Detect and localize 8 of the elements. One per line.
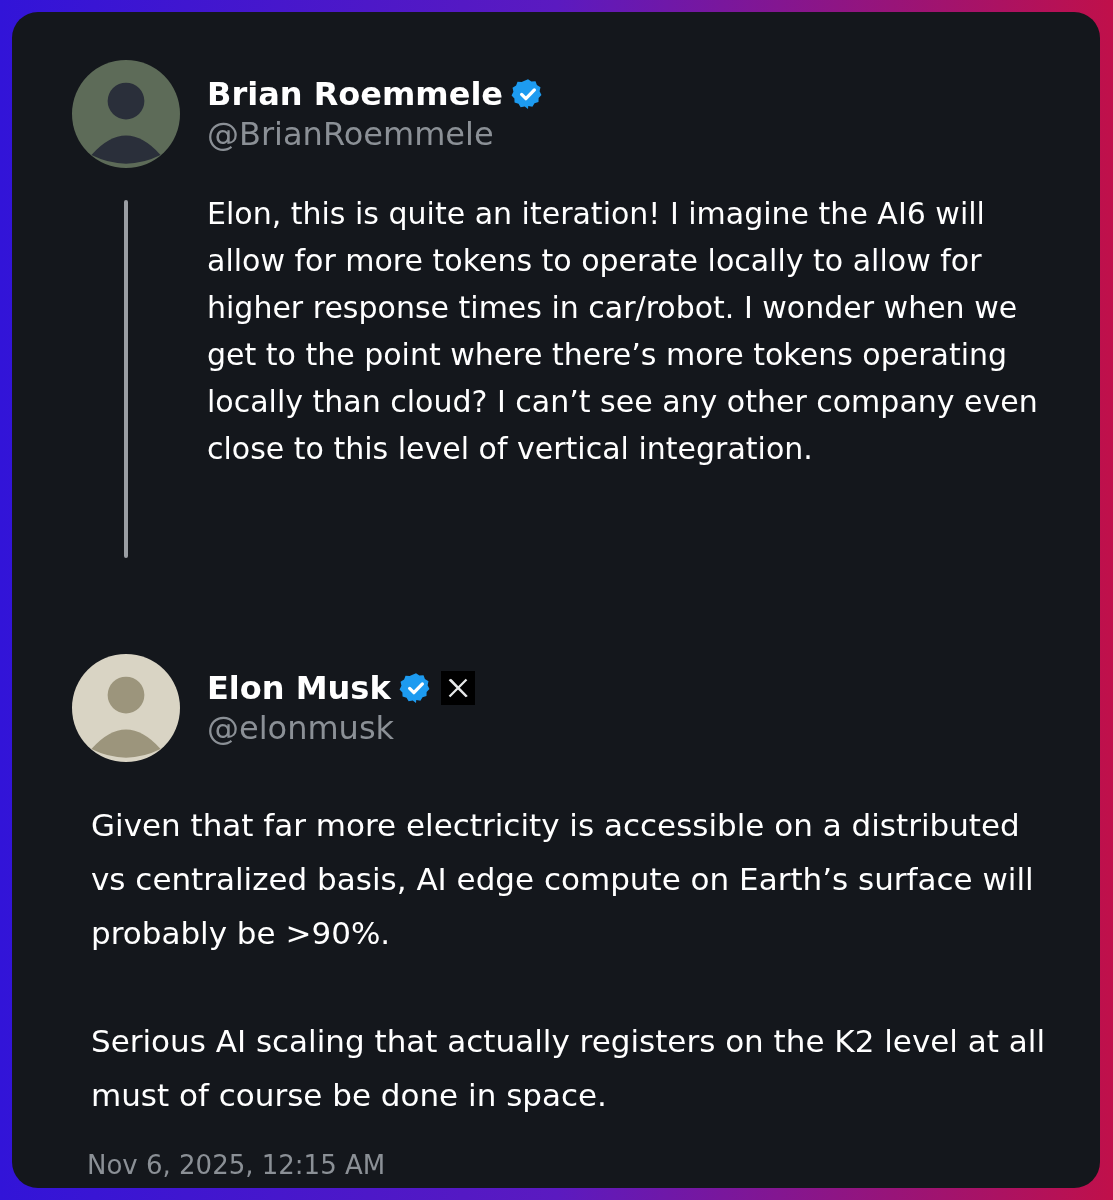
author-name: Elon Musk (207, 669, 391, 707)
post-text: Elon, this is quite an iteration! I imagine the AI6 will allow for more tokens to operate locally to allow for higher response times in car/robot. I wonder when we get to the point where there’s more tokens operating locally than cloud? I can’t see any other company even close to this level of vertical integration. (207, 195, 1039, 468)
author-handle: @elonmusk (207, 709, 396, 747)
post-text: Given that far more electricity is accessible on a distributed vs centralized basis, AI edge compute on Earth’s surface will probably be >90%. (91, 806, 1035, 953)
author-name: Brian Roemmele (207, 75, 504, 113)
author-handle: @BrianRoemmele (207, 115, 495, 153)
post-text: Serious AI scaling that actually registers on the K2 level at all must of course be done in space. (91, 1022, 1047, 1115)
post-timestamp: Nov 6, 2025, 12:15 AM (87, 1150, 387, 1180)
